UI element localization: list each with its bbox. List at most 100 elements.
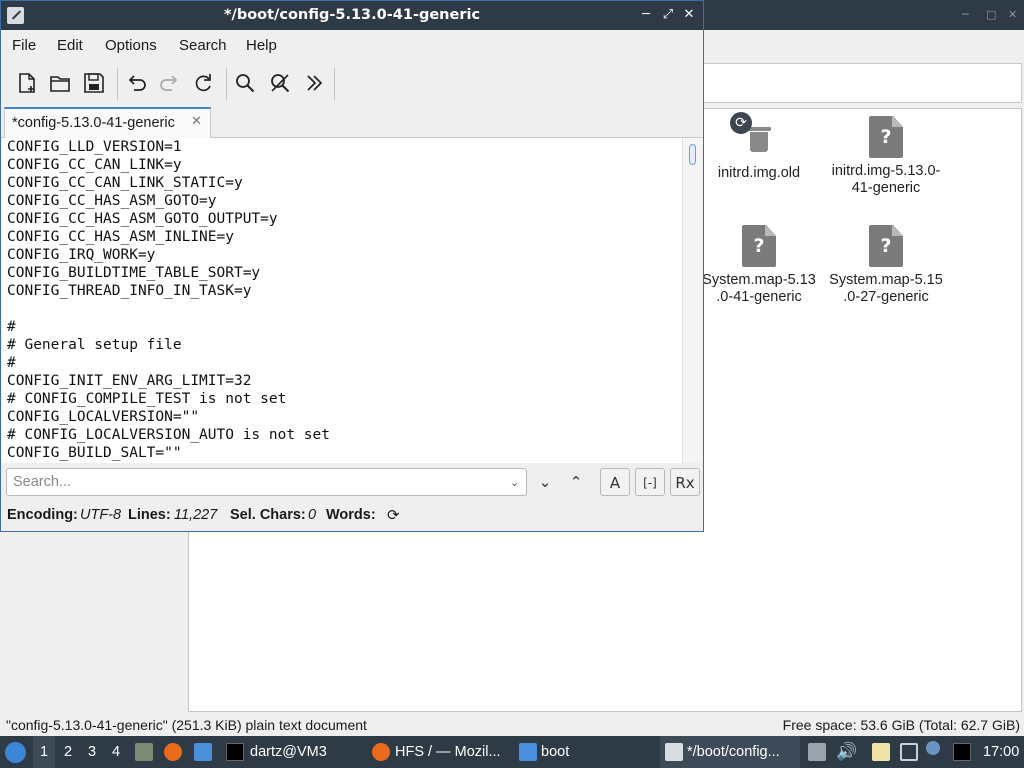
find-next-icon[interactable]: ⌄ [535,468,555,496]
match-case-button[interactable]: A [600,468,630,496]
undo-icon[interactable] [122,69,150,97]
free-space-info: Free space: 53.6 GiB (Total: 62.7 GiB) [782,717,1020,733]
file-item[interactable]: ? System.map-5.13.0-41-generic [697,225,821,306]
trash-file-icon: ⟳ [730,112,776,160]
close-icon[interactable]: ✕ [1008,8,1017,21]
firefox-launcher-icon[interactable] [164,743,182,761]
menu-file[interactable]: File [12,37,36,54]
minimize-icon[interactable]: ─ [962,8,969,21]
text-line: # CONFIG_COMPILE_TEST is not set [7,391,287,407]
lines-value: 11,227 [174,507,218,523]
find-replace-icon[interactable] [266,69,294,97]
menu-options[interactable]: Options [105,37,157,54]
text-line: CONFIG_CC_HAS_ASM_GOTO=y [7,193,217,209]
words-label: Words: [326,507,376,523]
find-previous-icon[interactable]: ⌃ [566,468,586,496]
text-line: CONFIG_LOCALVERSION="" [7,409,200,425]
text-area[interactable]: CONFIG_LLD_VERSION=1 CONFIG_CC_CAN_LINK=… [2,138,682,463]
vertical-scrollbar[interactable] [682,138,702,463]
symlink-arrow-icon: ⟳ [730,112,752,134]
window-title: */boot/config-5.13.0-41-generic [223,7,481,23]
text-line: CONFIG_INIT_ENV_ARG_LIMIT=32 [7,373,252,389]
workspace-3[interactable]: 3 [81,736,103,768]
toolbar-separator [226,68,227,100]
reload-icon[interactable] [189,69,217,97]
firefox-icon [372,743,390,761]
task-file-manager[interactable]: boot [514,736,654,768]
find-icon[interactable] [231,69,259,97]
workspace-2[interactable]: 2 [57,736,79,768]
file-name: System.map-5.13.0-41-generic [702,272,816,305]
show-desktop-icon[interactable] [953,743,971,761]
volume-icon[interactable]: 🔊 [836,743,857,761]
task-firefox[interactable]: HFS / — Mozil... [368,736,510,768]
unknown-file-icon: ? [869,116,903,158]
desktop-launcher-icon[interactable] [194,743,212,761]
taskbar: 1 2 3 4 dartz@VM3 HFS / — Mozil... boot … [0,736,1024,768]
editor-titlebar[interactable]: */boot/config-5.13.0-41-generic ─ ⤢ ✕ [1,1,703,30]
workspace-1[interactable]: 1 [33,736,55,768]
chevron-down-icon[interactable]: ⌄ [510,476,519,489]
clock[interactable]: 17:00 [983,736,1019,768]
task-text-editor[interactable]: */boot/config... [660,736,800,768]
search-bar: ⌄ ⌄ ⌃ A [-] Rx [1,463,703,501]
open-folder-icon[interactable] [46,69,74,97]
folder-icon [519,743,537,761]
text-line: # [7,319,16,335]
file-name: initrd.img.old [717,165,801,181]
clipboard-icon[interactable] [808,743,826,761]
scrollbar-thumb[interactable] [689,144,696,165]
tab-bar: *config-5.13.0-41-generic ✕ [1,105,703,138]
save-icon[interactable] [80,69,108,97]
maximize-icon[interactable]: □ [986,8,996,21]
selected-file-info: "config-5.13.0-41-generic" (251.3 KiB) p… [6,717,367,733]
file-item[interactable]: ? initrd.img-5.13.0- 41-generic [824,116,948,197]
new-file-icon[interactable] [12,69,40,97]
menu-help[interactable]: Help [246,37,277,54]
terminal-icon [226,743,244,761]
notes-icon[interactable] [872,743,890,761]
more-tools-icon[interactable] [300,69,328,97]
tab-config-file[interactable]: *config-5.13.0-41-generic ✕ [4,107,211,138]
text-line: CONFIG_CC_CAN_LINK_STATIC=y [7,175,243,191]
task-terminal[interactable]: dartz@VM3 [222,736,362,768]
refresh-icon[interactable]: ⟳ [387,506,400,524]
text-line: CONFIG_THREAD_INFO_IN_TASK=y [7,283,252,299]
file-item[interactable]: ⟳ initrd.img.old [697,112,821,182]
maximize-icon[interactable]: ⤢ [659,6,677,24]
file-item[interactable]: ? System.map-5.15.0-27-generic [824,225,948,306]
text-line: CONFIG_CC_CAN_LINK=y [7,157,182,173]
tab-label: *config-5.13.0-41-generic [12,115,175,131]
file-name: System.map-5.15.0-27-generic [829,272,943,305]
task-label: HFS / — Mozil... [395,744,501,760]
redo-icon[interactable] [156,69,184,97]
whole-word-button[interactable]: [-] [635,468,665,496]
file-manager-launcher-icon[interactable] [135,743,153,761]
sel-chars-label: Sel. Chars: [230,507,306,523]
regex-button[interactable]: Rx [670,468,700,496]
text-line: # CONFIG_LOCALVERSION_AUTO is not set [7,427,331,443]
text-line: CONFIG_CC_HAS_ASM_GOTO_OUTPUT=y [7,211,278,227]
tab-close-icon[interactable]: ✕ [191,114,202,129]
menu-edit[interactable]: Edit [57,37,83,54]
close-icon[interactable]: ✕ [680,6,698,24]
file-manager-statusbar: "config-5.13.0-41-generic" (251.3 KiB) p… [0,714,1024,736]
minimize-icon[interactable]: ─ [637,6,655,24]
text-line: CONFIG_BUILD_SALT="" [7,445,182,461]
text-line: CONFIG_BUILDTIME_TABLE_SORT=y [7,265,261,281]
search-input[interactable] [6,468,527,496]
toolbar [1,62,703,104]
workspace-4[interactable]: 4 [105,736,127,768]
start-menu-icon[interactable] [5,742,26,763]
encoding-value: UTF-8 [80,507,122,523]
network-icon[interactable] [900,743,918,761]
task-label: boot [541,744,570,760]
text-line: # General setup file [7,337,182,353]
toolbar-separator [117,68,118,100]
menu-search[interactable]: Search [179,37,227,54]
encoding-label: Encoding: [7,507,78,523]
location-bar[interactable] [704,63,1022,103]
menubar: File Edit Options Search Help [1,30,703,60]
text-line: CONFIG_IRQ_WORK=y [7,247,156,263]
info-icon[interactable] [926,741,940,755]
